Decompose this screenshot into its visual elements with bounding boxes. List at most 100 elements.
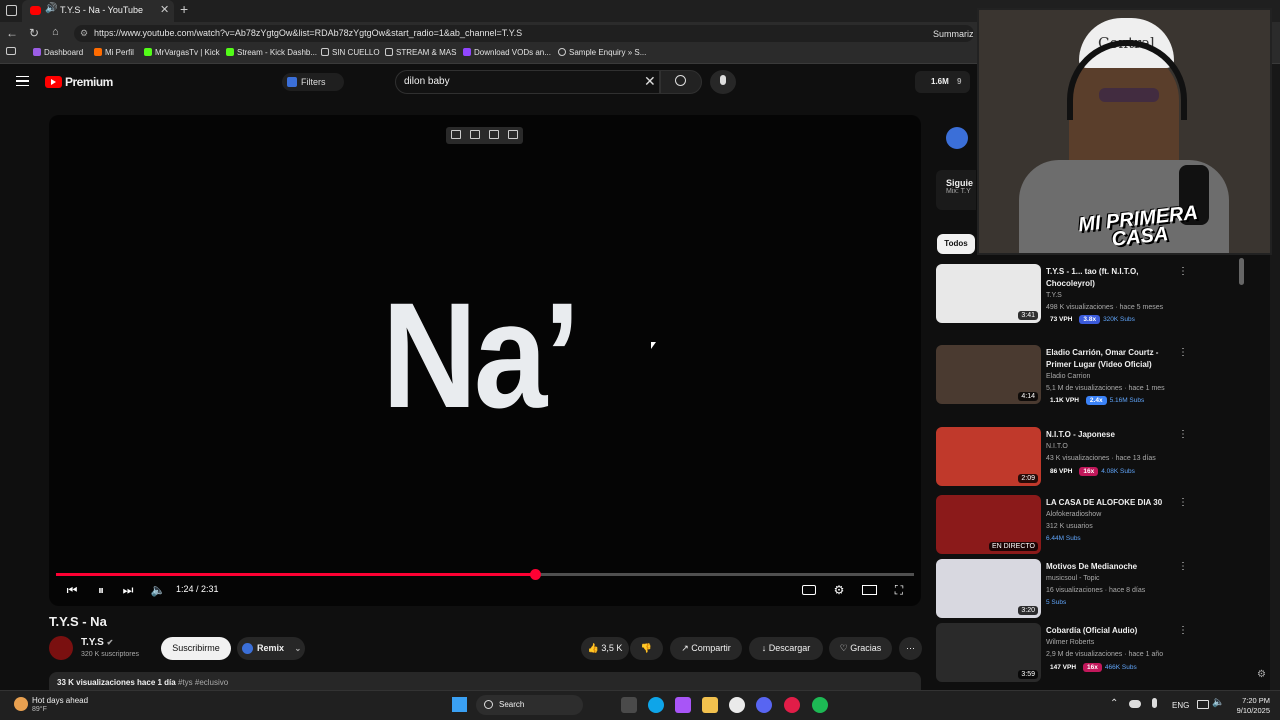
notes-icon[interactable] [489, 130, 499, 139]
video-thumbnail[interactable]: 2:09 [936, 427, 1041, 486]
pause-icon[interactable]: ⏸ [92, 582, 110, 598]
like-button[interactable]: 👍 3,5 K [581, 637, 629, 660]
video-channel[interactable]: N.I.T.O [1046, 443, 1068, 450]
bookmark-mrvargastv-kick[interactable]: MrVargasTv | Kick [144, 48, 220, 57]
more-options-icon[interactable]: ⋮ [1178, 561, 1188, 572]
task-view-icon[interactable] [621, 697, 637, 713]
video-channel[interactable]: Eladio Carrion [1046, 373, 1090, 380]
more-options-icon[interactable]: ⋮ [1178, 429, 1188, 440]
related-video-item[interactable]: 3:59 Cobardía (Oficial Audio) Wilmer Rober… [936, 623, 1236, 683]
video-channel[interactable]: Wilmer Roberts [1046, 639, 1094, 646]
clock-time[interactable]: 7:20 PM [1236, 696, 1270, 705]
settings-gear-icon[interactable]: ⚙ [830, 582, 848, 598]
reading-list-icon[interactable] [6, 47, 16, 55]
reload-icon[interactable]: ↻ [29, 26, 39, 40]
bookmark-mi-perfil[interactable]: Mi Perfil [94, 48, 134, 57]
bookmark-sample-enquiry[interactable]: Sample Enquiry » S... [558, 48, 646, 57]
weather-icon[interactable] [14, 697, 28, 711]
screenshot-icon[interactable] [451, 130, 461, 139]
window-menu-icon[interactable] [6, 5, 17, 16]
video-title[interactable]: Motivos De Medianoche [1046, 561, 1176, 573]
download-button[interactable]: ↓ Descargar [749, 637, 823, 660]
video-thumbnail[interactable]: EN DIRECTO [936, 495, 1041, 554]
loop-icon[interactable] [470, 130, 480, 139]
site-info-icon[interactable]: ⚙ [80, 28, 88, 39]
discord-icon[interactable] [756, 697, 772, 713]
copilot-icon[interactable] [675, 697, 691, 713]
url-input[interactable]: https://www.youtube.com/watch?v=Ab78zYgt… [74, 25, 974, 42]
settings-corner-icon[interactable]: ⚙ [1257, 669, 1266, 680]
thanks-button[interactable]: ♡ Gracias [829, 637, 892, 660]
next-icon[interactable]: ⏭ [119, 582, 137, 598]
clear-search-icon[interactable]: ✕ [644, 73, 656, 90]
home-icon[interactable]: ⌂ [52, 26, 59, 38]
related-video-item[interactable]: 3:20 Motivos De Medianoche musicsoul - Top… [936, 559, 1236, 619]
subscribe-button[interactable]: Suscribirme [161, 637, 231, 660]
volume-icon[interactable]: 🔈 [149, 582, 167, 598]
video-title[interactable]: T.Y.S - 1... tao (ft. N.I.T.O, Chocoleyr… [1046, 266, 1176, 290]
new-tab-icon[interactable]: + [180, 1, 188, 17]
video-thumbnail[interactable]: 3:20 [936, 559, 1041, 618]
video-channel[interactable]: Alofokeradioshow [1046, 511, 1101, 518]
spotify-icon[interactable] [812, 697, 828, 713]
video-thumbnail[interactable]: 4:14 [936, 345, 1041, 404]
translate-icon[interactable] [508, 130, 518, 139]
captions-icon[interactable] [800, 582, 818, 598]
related-video-item[interactable]: 4:14 Eladio Carrión, Omar Courtz - Primer… [936, 345, 1236, 405]
bookmark-stream-mas[interactable]: STREAM & MAS [385, 48, 456, 57]
more-actions-icon[interactable]: ⋯ [899, 637, 922, 660]
video-channel[interactable]: musicsoul - Topic [1046, 575, 1100, 582]
video-title[interactable]: Cobardía (Oficial Audio) [1046, 625, 1176, 637]
video-thumbnail[interactable]: 3:59 [936, 623, 1041, 682]
bookmark-download-vods[interactable]: Download VODs an... [463, 48, 551, 57]
close-tab-icon[interactable]: ✕ [160, 3, 169, 16]
video-thumbnail[interactable]: 3:41 [936, 264, 1041, 323]
network-icon[interactable] [1197, 700, 1209, 709]
edge-browser-icon[interactable] [648, 697, 664, 713]
more-options-icon[interactable]: ⋮ [1178, 497, 1188, 508]
dislike-button[interactable]: 👎 [630, 637, 663, 660]
weather-title[interactable]: Hot days ahead [32, 696, 88, 705]
sidebar-scrollbar[interactable] [1239, 258, 1244, 285]
related-video-item[interactable]: 2:09 N.I.T.O - Japonese N.I.T.O 43 K visual… [936, 427, 1236, 487]
more-options-icon[interactable]: ⋮ [1178, 347, 1188, 358]
volume-tray-icon[interactable]: 🔈 [1212, 697, 1224, 708]
back-icon[interactable]: ← [6, 26, 18, 40]
video-title[interactable]: LA CASA DE ALOFOKE DIA 30 [1046, 497, 1176, 509]
file-explorer-icon[interactable] [702, 697, 718, 713]
related-video-item[interactable]: 3:41 T.Y.S - 1... tao (ft. N.I.T.O, Choco… [936, 264, 1236, 324]
previous-icon[interactable]: ⏮ [63, 582, 81, 598]
channel-name[interactable]: T.Y.S ✔ [81, 637, 113, 648]
subs-badge: 466K Subs [1104, 664, 1137, 671]
tubebuddy-panel-icon[interactable] [946, 127, 968, 149]
hashtags[interactable]: #tys #eclusivo [178, 678, 228, 687]
more-options-icon[interactable]: ⋮ [1178, 625, 1188, 636]
chip-todos[interactable]: Todos [937, 234, 975, 254]
theater-mode-icon[interactable] [860, 582, 878, 598]
video-title[interactable]: Eladio Carrión, Omar Courtz - Primer Lug… [1046, 347, 1176, 371]
start-windows-icon[interactable] [452, 697, 467, 712]
obs-icon[interactable] [784, 697, 800, 713]
youtube-logo-icon[interactable] [45, 76, 62, 88]
bookmark-stream-kick[interactable]: Stream - Kick Dashb... [226, 48, 317, 57]
bookmark-sin-cuello[interactable]: SIN CUELLO [321, 48, 380, 57]
cloud-icon[interactable] [1129, 700, 1141, 708]
hamburger-menu-icon[interactable] [16, 76, 29, 86]
summarize-extension[interactable]: Summariz [933, 29, 974, 39]
video-channel[interactable]: T.Y.S [1046, 292, 1062, 299]
audio-playing-icon[interactable]: 🔊 [45, 3, 57, 14]
chrome-icon[interactable] [729, 697, 745, 713]
show-hidden-icons[interactable]: ⌃ [1110, 698, 1118, 709]
fullscreen-icon[interactable]: ⛶ [890, 582, 908, 598]
mic-tray-icon[interactable] [1152, 698, 1157, 708]
bookmark-dashboard[interactable]: Dashboard [33, 48, 83, 57]
progress-scrubber[interactable] [530, 569, 541, 580]
share-button[interactable]: ↗ Compartir [670, 637, 742, 660]
channel-avatar[interactable] [49, 636, 73, 660]
mix-panel[interactable]: Siguie Mix: T.Y [936, 170, 976, 210]
video-title[interactable]: N.I.T.O - Japonese [1046, 429, 1176, 441]
more-options-icon[interactable]: ⋮ [1178, 266, 1188, 277]
language-indicator[interactable]: ENG [1172, 701, 1189, 710]
search-input[interactable]: dilon baby [395, 70, 660, 94]
related-video-item[interactable]: EN DIRECTO LA CASA DE ALOFOKE DIA 30 Alofo… [936, 495, 1236, 555]
